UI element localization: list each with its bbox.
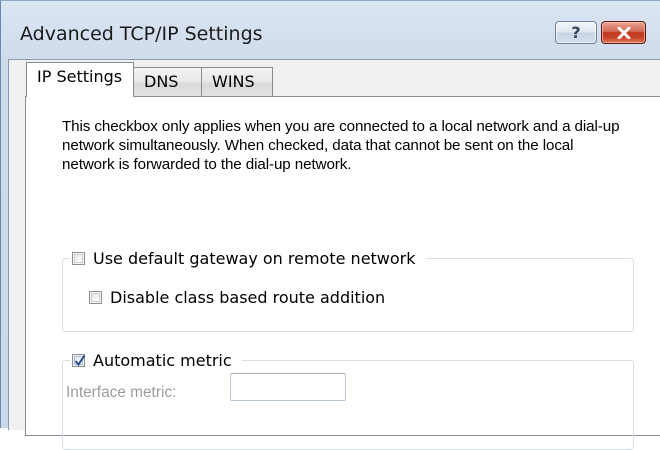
metric-groupbox	[62, 360, 634, 450]
disable-class-route-checkbox[interactable]	[89, 290, 102, 304]
tab-ip-settings[interactable]: IP Settings	[26, 62, 134, 97]
use-default-gateway-label: Use default gateway on remote network	[93, 248, 416, 268]
window-title: Advanced TCP/IP Settings	[20, 23, 263, 45]
close-icon	[617, 27, 631, 39]
tab-dns[interactable]: DNS	[133, 67, 202, 97]
disable-class-route-row[interactable]: Disable class based route addition	[89, 287, 385, 307]
advanced-tcpip-settings-window: Advanced TCP/IP Settings ? IP Settings D…	[0, 0, 660, 450]
use-default-gateway-checkbox[interactable]	[72, 251, 85, 265]
checkmark-icon	[74, 354, 86, 366]
title-bar[interactable]: Advanced TCP/IP Settings ?	[1, 1, 660, 59]
use-default-gateway-row[interactable]: Use default gateway on remote network	[70, 248, 426, 268]
gateway-description: This checkbox only applies when you are …	[62, 118, 620, 173]
interface-metric-label: Interface metric:	[66, 384, 177, 401]
tab-wins-label: WINS	[212, 72, 255, 91]
interface-metric-input[interactable]	[230, 373, 346, 401]
automatic-metric-checkbox[interactable]	[72, 353, 86, 367]
help-button[interactable]: ?	[555, 21, 597, 44]
automatic-metric-row[interactable]: Automatic metric	[70, 350, 242, 370]
close-button[interactable]	[601, 21, 646, 44]
tab-wins[interactable]: WINS	[201, 67, 273, 97]
tab-dns-label: DNS	[144, 72, 179, 91]
help-icon: ?	[571, 23, 581, 42]
automatic-metric-label: Automatic metric	[93, 350, 232, 370]
disable-class-route-label: Disable class based route addition	[110, 287, 386, 307]
tab-ip-settings-label: IP Settings	[37, 67, 123, 86]
